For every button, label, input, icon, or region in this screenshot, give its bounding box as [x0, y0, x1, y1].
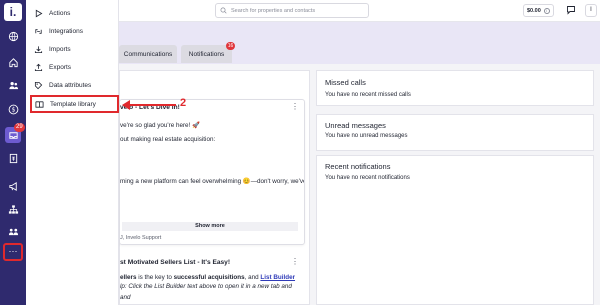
balance-button[interactable]: $0.00 i [523, 4, 554, 17]
panel-text: You have no recent missed calls [325, 92, 411, 98]
notifications-badge: 16 [226, 42, 235, 50]
home-icon[interactable] [5, 54, 21, 70]
megaphone-icon[interactable] [5, 178, 21, 194]
import-icon [34, 45, 43, 53]
top-bar: Search for properties and contacts $0.00… [119, 0, 600, 22]
recent-notifications-panel: Recent notifications You have no recent … [316, 155, 594, 305]
left-rail: i. $ 29 ··· [0, 0, 26, 305]
search-icon [220, 7, 227, 14]
play-icon [35, 9, 43, 17]
people-icon[interactable] [5, 77, 21, 93]
drawer-item-data-attributes[interactable]: Data attributes [34, 77, 91, 93]
post-text: ve're so glad you're here! 🚀 [120, 122, 200, 129]
more-menu-button[interactable]: ··· [3, 243, 23, 261]
drawer-item-integrations[interactable]: Integrations [34, 23, 83, 39]
org-chart-icon[interactable] [5, 201, 21, 217]
missed-calls-panel: Missed calls You have no recent missed c… [316, 70, 594, 106]
drawer-item-imports[interactable]: Imports [34, 41, 71, 57]
post-text-bold: successful acquisitions [173, 274, 245, 281]
export-icon [34, 63, 43, 71]
post-text-span: , and [244, 274, 261, 281]
more-menu-drawer: Actions Integrations Imports Exports Dat… [26, 0, 119, 305]
annotation-arrow-icon [122, 100, 176, 110]
team-icon[interactable] [5, 223, 21, 239]
svg-text:$: $ [11, 106, 15, 113]
balance-amount: $0.00 [527, 7, 541, 14]
tab-communications[interactable]: Communications [119, 45, 177, 63]
tab-label: Communications [123, 50, 173, 58]
tab-label: Notifications [188, 50, 225, 58]
post-menu-icon[interactable]: ⋮ [291, 102, 299, 111]
drawer-item-label: Actions [49, 9, 71, 17]
drawer-item-label: Data attributes [49, 81, 92, 89]
post-text: ming a new platform can feel overwhelmin… [120, 178, 304, 185]
drawer-item-exports[interactable]: Exports [34, 59, 71, 75]
tag-icon [34, 81, 43, 89]
book-icon [35, 100, 44, 108]
list-builder-link[interactable]: List Builder [260, 274, 295, 281]
drawer-item-template-library[interactable]: Template library [30, 95, 119, 113]
drawer-item-label: Template library [50, 100, 96, 108]
post-text: ellers is the key to successful acquisit… [120, 274, 295, 281]
annotation-step-2: 2 [180, 97, 187, 109]
panel-title: Recent notifications [325, 162, 391, 171]
post-text-bold: ellers [120, 274, 137, 281]
integrations-icon [35, 28, 42, 34]
post-text: lp: Click the List Builder text above to… [120, 283, 292, 290]
inbox-badge: 29 [14, 123, 25, 132]
chat-icon[interactable] [566, 5, 576, 15]
unread-messages-panel: Unread messages You have no unread messa… [316, 114, 594, 151]
post-text: out making real estate acquisition: [120, 136, 216, 143]
panel-text: You have no recent notifications [325, 175, 410, 181]
panel-title: Unread messages [325, 121, 386, 130]
tab-notifications[interactable]: Notifications [181, 45, 232, 63]
post-author: J, Invelo Support [120, 235, 162, 241]
drawer-item-label: Exports [49, 63, 72, 71]
panel-title: Missed calls [325, 78, 366, 87]
drawer-item-actions[interactable]: Actions [34, 5, 70, 21]
globe-icon[interactable] [5, 28, 21, 44]
drawer-item-label: Integrations [49, 27, 83, 35]
search-input[interactable]: Search for properties and contacts [215, 3, 369, 18]
dollar-icon[interactable]: $ [5, 101, 21, 117]
info-icon: i [543, 7, 550, 14]
post-text: and [120, 294, 131, 301]
drawer-item-label: Imports [49, 45, 71, 53]
show-more-button[interactable]: Show more [122, 222, 298, 231]
post-text-span: is the key to [136, 274, 174, 281]
app-logo[interactable]: i. [4, 3, 22, 21]
panel-text: You have no unread messages [325, 133, 408, 139]
post-title: st Motivated Sellers List - It's Easy! [120, 259, 231, 266]
user-menu-button[interactable]: I [585, 4, 597, 17]
document-icon[interactable] [5, 150, 21, 166]
search-placeholder: Search for properties and contacts [231, 7, 316, 14]
post-menu-icon[interactable]: ⋮ [291, 257, 299, 266]
